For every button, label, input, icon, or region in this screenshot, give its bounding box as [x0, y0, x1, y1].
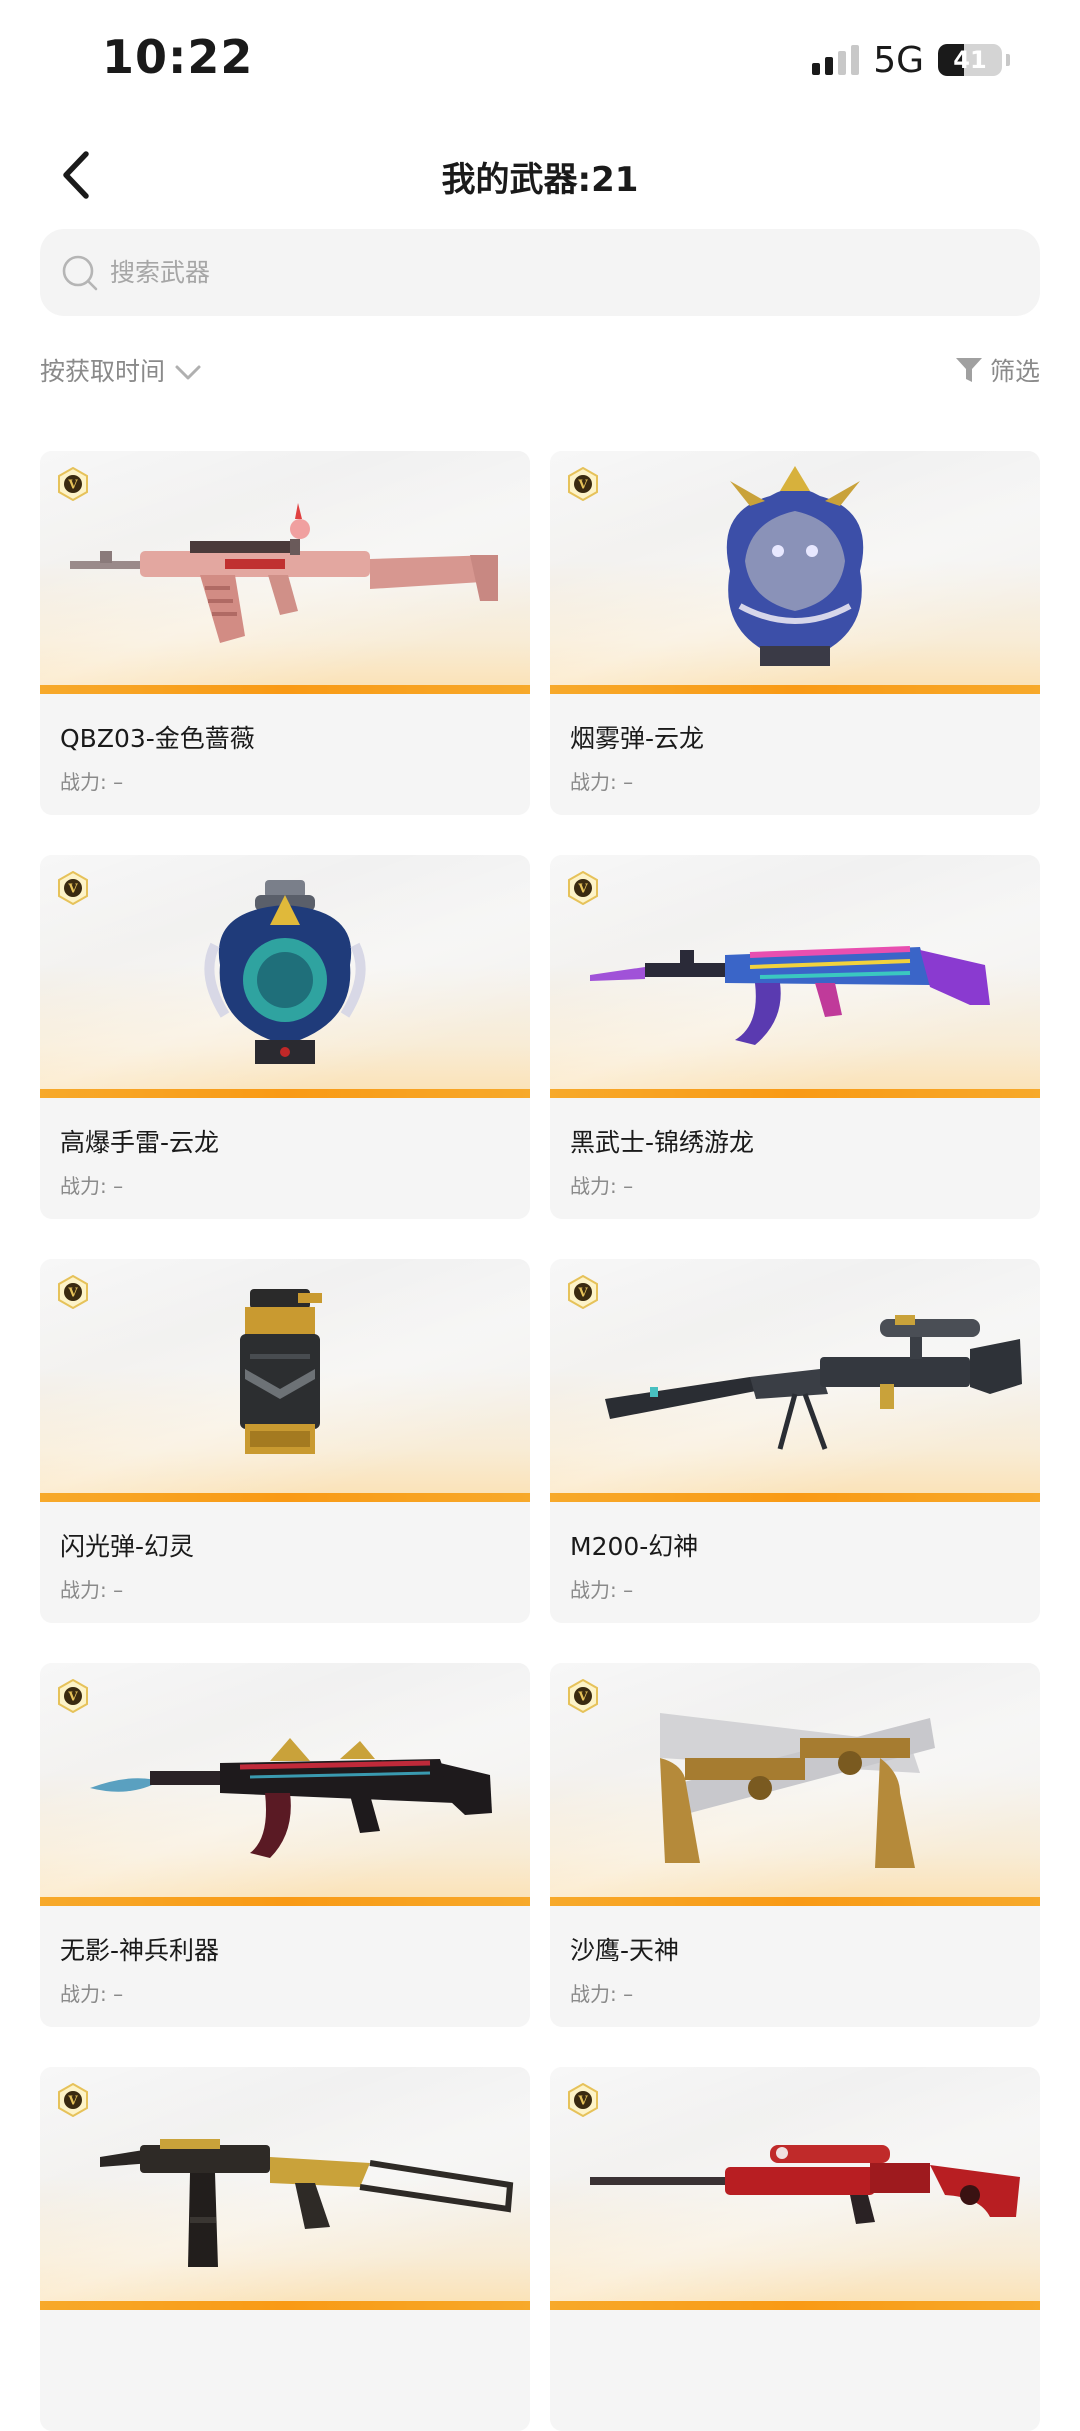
rarity-bar — [550, 685, 1040, 694]
status-indicators: 5G 41 — [812, 39, 1010, 81]
weapon-name: M200-幻神 — [570, 1532, 699, 1561]
weapon-art — [590, 2145, 1020, 2224]
sort-label: 按获取时间 — [40, 357, 166, 386]
filter-button[interactable]: 筛选 — [954, 352, 1040, 388]
weapon-image: V — [550, 1663, 1040, 1906]
search-icon — [62, 255, 98, 290]
svg-text:V: V — [67, 1286, 78, 1300]
weapon-power: 战力: – — [60, 770, 124, 794]
battery-nub — [1006, 54, 1010, 66]
network-label: 5G — [873, 39, 924, 81]
weapon-art — [204, 880, 366, 1064]
weapon-image: V — [40, 1663, 530, 1906]
weapon-art — [100, 2139, 514, 2267]
rarity-bar — [40, 1089, 530, 1098]
page-title: 我的武器:21 — [441, 160, 639, 200]
v-badge-icon: V — [568, 1679, 598, 1713]
weapon-image: V — [550, 1259, 1040, 1502]
weapon-name: 高爆手雷-云龙 — [60, 1128, 220, 1157]
v-badge-icon: V — [568, 467, 598, 501]
weapon-image: V — [40, 451, 530, 694]
weapon-art — [70, 503, 498, 643]
svg-text:V: V — [67, 2094, 78, 2108]
weapon-image: V — [40, 855, 530, 1098]
weapon-card[interactable]: V 闪光弹-幻灵 战力: – — [40, 1259, 530, 1623]
filter-icon — [955, 358, 982, 382]
weapon-card[interactable]: V 黑武士-锦绣游龙 战力: – — [550, 855, 1040, 1219]
v-badge-icon: V — [58, 467, 88, 501]
sort-dropdown[interactable]: 按获取时间 — [40, 352, 203, 388]
weapon-image: V — [40, 1259, 530, 1502]
weapon-name: 闪光弹-幻灵 — [60, 1532, 195, 1561]
chevron-down-icon — [175, 365, 201, 380]
weapon-card[interactable]: V — [550, 2067, 1040, 2431]
weapon-image: V — [550, 855, 1040, 1098]
weapon-art — [605, 1315, 1022, 1450]
signal-icon — [812, 45, 860, 75]
weapon-card[interactable]: V 高爆手雷-云龙 战力: – — [40, 855, 530, 1219]
svg-text:V: V — [577, 478, 588, 492]
v-badge-icon: V — [568, 1275, 598, 1309]
status-time: 10:22 — [102, 30, 254, 84]
weapon-art — [240, 1289, 322, 1454]
rarity-bar — [550, 2301, 1040, 2310]
v-badge-icon: V — [58, 871, 88, 905]
weapon-art — [726, 466, 864, 666]
rarity-bar — [40, 685, 530, 694]
rarity-bar — [550, 1493, 1040, 1502]
weapon-name: 黑武士-锦绣游龙 — [570, 1128, 755, 1157]
svg-text:V: V — [67, 1690, 78, 1704]
weapon-card[interactable]: V M200-幻神 战力: – — [550, 1259, 1040, 1623]
weapon-card[interactable]: V 烟雾弹-云龙 战力: – — [550, 451, 1040, 815]
weapon-power: 战力: – — [570, 1578, 634, 1602]
weapon-name: 沙鹰-天神 — [570, 1936, 680, 1965]
rarity-bar — [550, 1089, 1040, 1098]
weapon-card[interactable]: V — [40, 2067, 530, 2431]
weapon-name: 烟雾弹-云龙 — [570, 724, 705, 753]
sort-filter-row: 按获取时间 筛选 — [40, 352, 1040, 396]
weapon-image: V — [550, 2067, 1040, 2310]
weapon-power: 战力: – — [60, 1982, 124, 2006]
weapon-power: 战力: – — [60, 1174, 124, 1198]
weapon-name: 无影-神兵利器 — [60, 1936, 220, 1965]
rarity-bar — [40, 1897, 530, 1906]
weapon-power: 战力: – — [570, 1174, 634, 1198]
svg-text:V: V — [67, 882, 78, 896]
rarity-bar — [40, 2301, 530, 2310]
rarity-bar — [40, 1493, 530, 1502]
svg-text:V: V — [577, 1690, 588, 1704]
v-badge-icon: V — [568, 871, 598, 905]
weapon-card[interactable]: V QBZ03-金色蔷薇 战力: – — [40, 451, 530, 815]
v-badge-icon: V — [58, 1679, 88, 1713]
battery-percent: 41 — [953, 46, 987, 74]
filter-label: 筛选 — [989, 357, 1040, 386]
weapon-art — [590, 946, 990, 1045]
svg-text:V: V — [67, 478, 78, 492]
search-box[interactable] — [40, 229, 1040, 316]
rarity-bar — [550, 1897, 1040, 1906]
svg-text:V: V — [577, 882, 588, 896]
v-badge-icon: V — [568, 2083, 598, 2117]
weapon-image: V — [40, 2067, 530, 2310]
v-badge-icon: V — [58, 2083, 88, 2117]
weapon-name: QBZ03-金色蔷薇 — [60, 724, 255, 753]
weapon-art — [660, 1713, 935, 1868]
weapon-power: 战力: – — [570, 1982, 634, 2006]
svg-text:V: V — [577, 1286, 588, 1300]
weapon-power: 战力: – — [570, 770, 634, 794]
weapon-card[interactable]: V 无影-神兵利器 战力: – — [40, 1663, 530, 2027]
weapon-power: 战力: – — [60, 1578, 124, 1602]
weapon-image: V — [550, 451, 1040, 694]
battery-icon: 41 — [938, 44, 1002, 76]
status-bar: 10:22 5G 41 — [0, 0, 1080, 120]
svg-text:V: V — [577, 2094, 588, 2108]
v-badge-icon: V — [58, 1275, 88, 1309]
search-input[interactable] — [110, 258, 990, 287]
weapon-art — [90, 1738, 492, 1858]
weapon-card[interactable]: V 沙鹰-天神 战力: – — [550, 1663, 1040, 2027]
nav-header: 我的武器:21 — [0, 130, 1080, 220]
